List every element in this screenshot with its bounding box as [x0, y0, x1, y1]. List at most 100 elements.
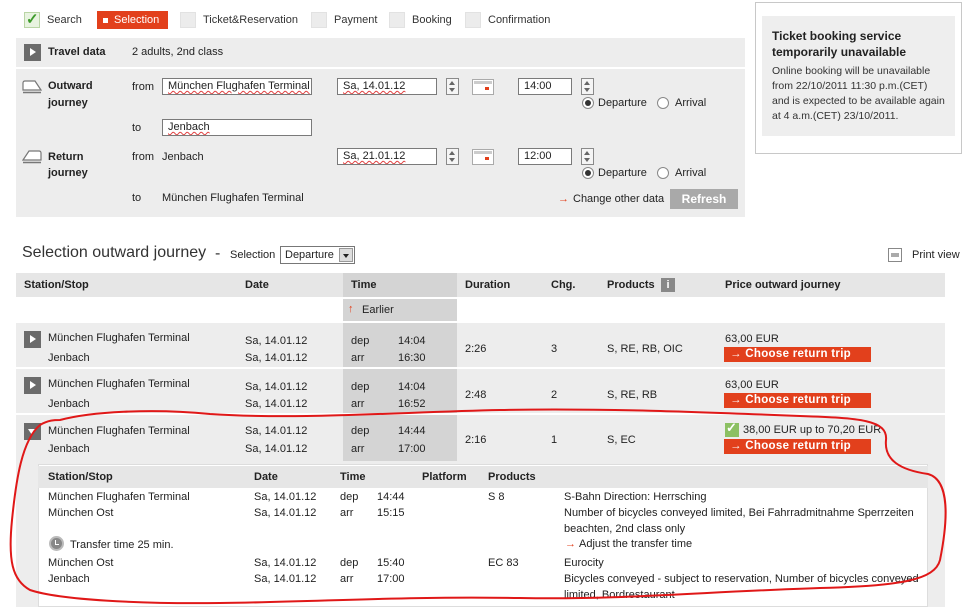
header-date: Date [245, 279, 269, 291]
row-price: 38,00 EUR up to 70,20 EUR [743, 424, 882, 436]
row-from: München Flughafen Terminal [48, 332, 190, 344]
row-arr-time: 16:52 [398, 398, 426, 410]
leg-time: 17:00 [377, 573, 405, 585]
earlier-button[interactable] [343, 299, 457, 321]
return-time-stepper[interactable] [581, 148, 594, 165]
refresh-button[interactable]: Refresh [670, 189, 738, 209]
expand-arrow-icon[interactable] [24, 331, 41, 348]
row-price: 63,00 EUR [725, 379, 779, 391]
info-icon[interactable]: i [661, 278, 675, 292]
row-dep-time: 14:44 [398, 425, 426, 437]
leg-date: Sa, 14.01.12 [254, 491, 317, 503]
travel-summary: 2 adults, 2nd class [132, 46, 224, 58]
printer-icon[interactable] [888, 248, 902, 262]
choose-return-trip-button[interactable]: → Choose return trip [724, 347, 871, 362]
from-label: from [132, 81, 154, 93]
outward-date-stepper[interactable] [446, 78, 459, 95]
row-from: München Flughafen Terminal [48, 425, 190, 437]
outward-arrival-radio[interactable] [657, 97, 669, 109]
leg-info: S-Bahn Direction: Herrsching [564, 491, 707, 503]
check-icon [725, 420, 739, 437]
step-label: Booking [412, 14, 452, 26]
title-dash: - [215, 245, 221, 262]
notice-inner: Ticket booking service temporarily unava… [762, 16, 955, 136]
earlier-label[interactable]: Earlier [362, 304, 394, 316]
arrival-label: Arrival [675, 167, 707, 179]
leg-date: Sa, 14.01.12 [254, 557, 317, 569]
step-box-icon [311, 12, 327, 28]
leg-time: 15:15 [377, 507, 405, 519]
arrow-right-icon: → [565, 538, 576, 550]
travel-data-title: Travel data [48, 46, 106, 58]
leg-product: EC 83 [488, 557, 519, 569]
leg-info: Number of bicycles conveyed limited, Bei… [564, 507, 914, 519]
to-label: to [132, 192, 142, 204]
step-box-icon [389, 12, 405, 28]
step-ticket-reservation: Ticket&Reservation [180, 11, 298, 29]
outward-to-input[interactable]: Jenbach [162, 119, 312, 136]
change-other-data-link[interactable]: Change other data [573, 193, 664, 205]
row-dep-time: 14:04 [398, 335, 426, 347]
row-price: 63,00 EUR [725, 333, 779, 345]
outward-departure-radio[interactable] [582, 97, 594, 109]
step-confirmation: Confirmation [465, 11, 550, 29]
detail-header-time: Time [340, 471, 366, 483]
return-departure-radio[interactable] [582, 167, 594, 179]
row-date-arr: Sa, 14.01.12 [245, 398, 308, 410]
travel-data-header [16, 38, 745, 67]
arr-label: arr [351, 443, 365, 455]
print-view-link[interactable]: Print view [912, 249, 960, 261]
notice-title: Ticket booking service temporarily unava… [772, 29, 907, 59]
choose-return-trip-button[interactable]: → Choose return trip [724, 439, 871, 454]
calendar-icon[interactable] [472, 149, 494, 165]
selection-label: Selection [230, 249, 276, 261]
arrow-right-icon: → [558, 193, 569, 205]
step-payment: Payment [311, 11, 377, 29]
expand-arrow-icon[interactable] [24, 377, 41, 394]
leg-station: München Ost [48, 557, 114, 569]
header-time: Time [351, 279, 377, 291]
outward-date-input[interactable]: Sa, 14.01.12 [337, 78, 437, 95]
detail-header-station: Station/Stop [48, 471, 113, 483]
leg-station: München Ost [48, 507, 114, 519]
return-date-stepper[interactable] [446, 148, 459, 165]
row-date-dep: Sa, 14.01.12 [245, 425, 308, 437]
outward-label-2: journey [48, 97, 88, 109]
detail-header [38, 466, 928, 488]
row-products: S, EC [607, 434, 636, 446]
to-label: to [132, 122, 142, 134]
leg-station: München Flughafen Terminal [48, 491, 190, 503]
outward-time-input[interactable]: 14:00 [518, 78, 572, 95]
collapse-arrow-icon[interactable] [24, 423, 41, 440]
row-products: S, RE, RB [607, 389, 658, 401]
results-title: Selection outward journey [22, 244, 207, 261]
step-box-icon [465, 12, 481, 28]
adjust-transfer-link[interactable]: Adjust the transfer time [579, 538, 692, 550]
return-label-2: journey [48, 167, 88, 179]
step-label: Confirmation [488, 14, 551, 26]
notice-text: Online booking will be unavailable from … [772, 65, 945, 122]
row-changes: 3 [551, 343, 558, 355]
outward-from-input[interactable]: München Flughafen Terminal [162, 78, 312, 95]
row-products: S, RE, RB, OIC [607, 343, 683, 355]
return-date-input[interactable]: Sa, 21.01.12 [337, 148, 437, 165]
step-search[interactable]: Search [24, 10, 82, 29]
selection-dropdown[interactable]: Departure [280, 246, 355, 264]
row-changes: 2 [551, 389, 558, 401]
row-date-arr: Sa, 14.01.12 [245, 443, 308, 455]
step-label: Search [47, 14, 82, 26]
return-time-input[interactable]: 12:00 [518, 148, 572, 165]
return-arrival-radio[interactable] [657, 167, 669, 179]
row-duration: 2:48 [465, 389, 487, 401]
choose-return-trip-button[interactable]: → Choose return trip [724, 393, 871, 408]
calendar-icon[interactable] [472, 79, 494, 95]
step-selection[interactable]: Selection [97, 11, 169, 29]
expand-arrow-icon[interactable] [24, 44, 41, 61]
header-station: Station/Stop [24, 279, 89, 291]
header-duration: Duration [465, 279, 511, 291]
outward-time-stepper[interactable] [581, 78, 594, 95]
chevron-down-icon [339, 248, 353, 262]
detail-header-platform: Platform [422, 471, 467, 483]
detail-header-products: Products [488, 471, 536, 483]
row-arr-time: 16:30 [398, 352, 426, 364]
